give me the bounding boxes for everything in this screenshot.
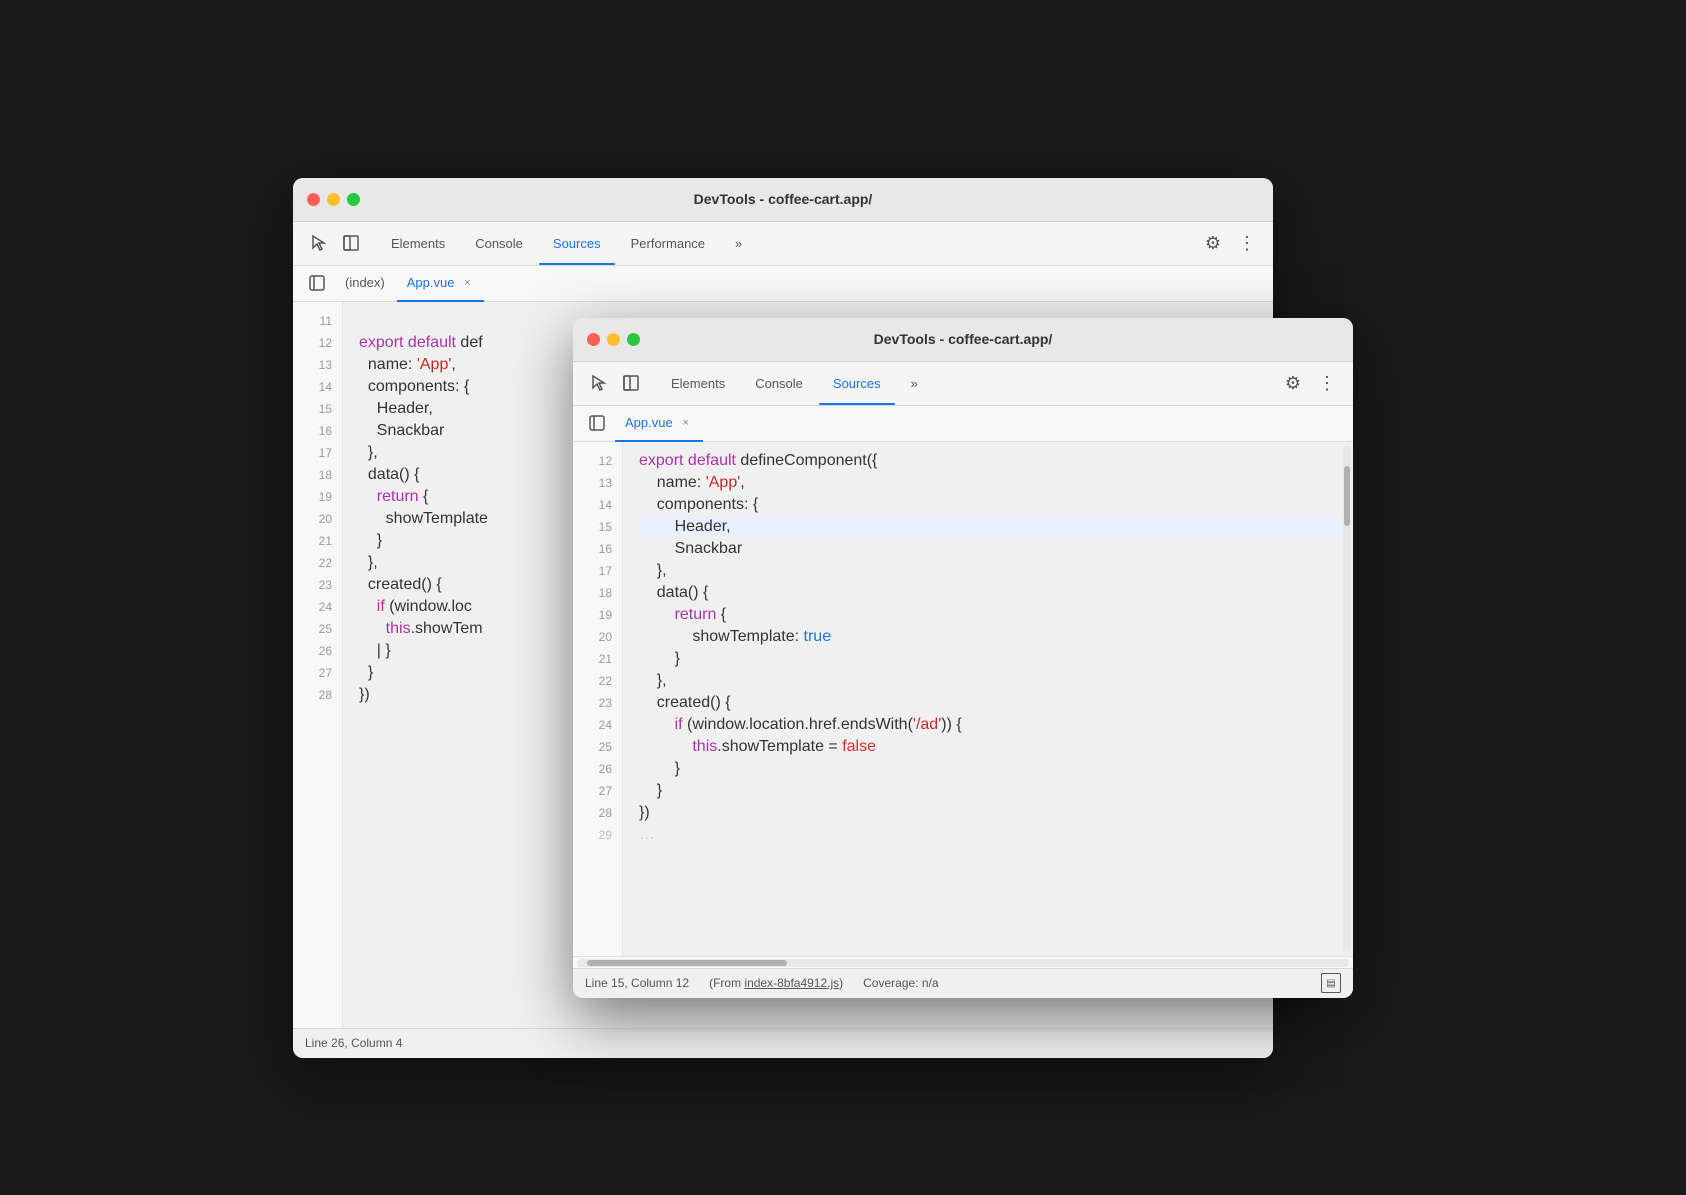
front-line-12: export default defineComponent({: [639, 450, 1341, 472]
front-line-18: data() {: [639, 582, 1341, 604]
toolbar-back: Elements Console Sources Performance » ⚙…: [293, 222, 1273, 266]
toolbar-right-front: ⚙ ⋮: [1279, 369, 1341, 397]
close-tab-icon-front[interactable]: ×: [679, 416, 693, 430]
titlebar-back: DevTools - coffee-cart.app/: [293, 178, 1273, 222]
sidebar-toggle-front[interactable]: [581, 406, 613, 441]
front-line-23: created() {: [639, 692, 1341, 714]
front-line-24: if (window.location.href.endsWith('/ad')…: [639, 714, 1341, 736]
inspector-icon-front[interactable]: [617, 369, 645, 397]
code-lines-front: export default defineComponent({ name: '…: [623, 442, 1341, 956]
front-line-16: Snackbar: [639, 538, 1341, 560]
window-title-back: DevTools - coffee-cart.app/: [694, 191, 873, 207]
front-line-27: }: [639, 780, 1341, 802]
file-tab-appvue-back[interactable]: App.vue ×: [397, 266, 485, 302]
tab-console-back[interactable]: Console: [461, 230, 537, 257]
minimize-button-front[interactable]: [607, 333, 620, 346]
inspector-icon-back[interactable]: [337, 229, 365, 257]
tab-sources-front[interactable]: Sources: [819, 370, 895, 397]
file-tabs-back: (index) App.vue ×: [293, 266, 1273, 302]
close-button-back[interactable]: [307, 193, 320, 206]
front-line-22: },: [639, 670, 1341, 692]
tab-more-back[interactable]: »: [721, 230, 756, 257]
file-tab-index-back[interactable]: (index): [335, 266, 395, 302]
scrollbar-x-thumb-front[interactable]: [587, 960, 787, 966]
tab-elements-front[interactable]: Elements: [657, 370, 739, 397]
close-button-front[interactable]: [587, 333, 600, 346]
minimize-button-back[interactable]: [327, 193, 340, 206]
front-line-17: },: [639, 560, 1341, 582]
coverage-icon-front[interactable]: ▤: [1321, 973, 1341, 993]
coverage-label: Coverage: n/a: [863, 976, 938, 990]
cursor-icon-back[interactable]: [305, 229, 333, 257]
close-tab-icon-back[interactable]: ×: [460, 276, 474, 290]
line-col-back: Line 26, Column 4: [305, 1036, 402, 1050]
front-line-20: showTemplate: true: [639, 626, 1341, 648]
titlebar-front: DevTools - coffee-cart.app/: [573, 318, 1353, 362]
toolbar-right-back: ⚙ ⋮: [1199, 229, 1261, 257]
toolbar-front: Elements Console Sources » ⚙ ⋮: [573, 362, 1353, 406]
line-col-front: Line 15, Column 12: [585, 976, 689, 990]
maximize-button-back[interactable]: [347, 193, 360, 206]
statusbar-back: Line 26, Column 4: [293, 1028, 1273, 1058]
tab-more-front[interactable]: »: [897, 370, 932, 397]
tab-performance-back[interactable]: Performance: [617, 230, 719, 257]
line-numbers-front: 12 13 14 15 16 17 18 19 20 21 22 23 24 2…: [573, 442, 623, 956]
window-controls-front: [587, 333, 640, 346]
statusbar-right-front: ▤: [1321, 973, 1341, 993]
front-line-19: return {: [639, 604, 1341, 626]
front-line-15: Header,: [639, 516, 1341, 538]
front-line-14: components: {: [639, 494, 1341, 516]
code-area-front: 12 13 14 15 16 17 18 19 20 21 22 23 24 2…: [573, 442, 1353, 956]
file-tabs-front: App.vue ×: [573, 406, 1353, 442]
gear-icon-back[interactable]: ⚙: [1199, 229, 1227, 257]
statusbar-front: Line 15, Column 12 (From index-8bfa4912.…: [573, 968, 1353, 998]
tab-nav-back: Elements Console Sources Performance »: [377, 230, 1195, 257]
front-line-21: }: [639, 648, 1341, 670]
front-line-29: …: [639, 824, 1341, 846]
front-line-13: name: 'App',: [639, 472, 1341, 494]
more-icon-back[interactable]: ⋮: [1233, 229, 1261, 257]
gear-icon-front[interactable]: ⚙: [1279, 369, 1307, 397]
front-line-28: }): [639, 802, 1341, 824]
more-icon-front[interactable]: ⋮: [1313, 369, 1341, 397]
cursor-icon-front[interactable]: [585, 369, 613, 397]
scrollbar-y-front[interactable]: [1343, 446, 1351, 952]
tab-nav-front: Elements Console Sources »: [657, 370, 1275, 397]
tab-sources-back[interactable]: Sources: [539, 230, 615, 257]
source-file-label: (From index-8bfa4912.js): [709, 976, 843, 990]
tab-elements-back[interactable]: Elements: [377, 230, 459, 257]
scrollbar-x-front[interactable]: [577, 959, 1349, 967]
front-line-26: }: [639, 758, 1341, 780]
line-numbers-back: 11 12 13 14 15 16 17 18 19 20 21 22 23 2…: [293, 302, 343, 1028]
maximize-button-front[interactable]: [627, 333, 640, 346]
front-line-25: this.showTemplate = false: [639, 736, 1341, 758]
tab-console-front[interactable]: Console: [741, 370, 817, 397]
sidebar-toggle-back[interactable]: [301, 266, 333, 301]
file-tab-appvue-front[interactable]: App.vue ×: [615, 406, 703, 442]
scrollbar-x-container-front: [573, 956, 1353, 968]
scrollbar-thumb-front[interactable]: [1344, 466, 1350, 526]
source-file-link[interactable]: index-8bfa4912.js: [744, 976, 839, 990]
window-title-front: DevTools - coffee-cart.app/: [874, 331, 1053, 347]
window-controls-back: [307, 193, 360, 206]
